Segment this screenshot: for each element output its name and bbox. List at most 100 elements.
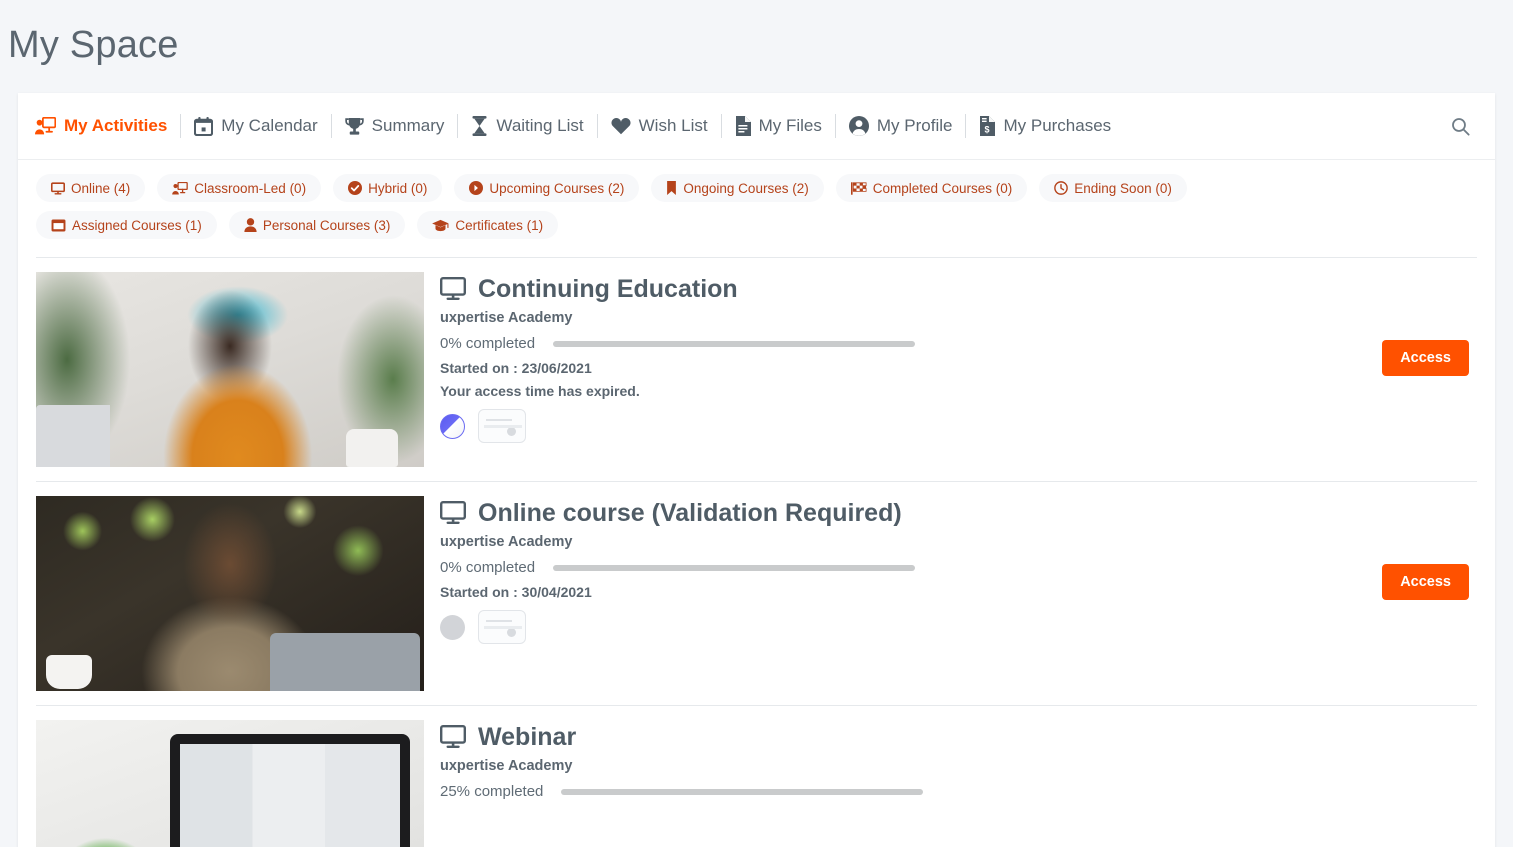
thumb-mug-shape bbox=[346, 429, 398, 467]
course-started-on: Started on : 30/04/2021 bbox=[440, 584, 1477, 600]
course-title: Webinar bbox=[440, 722, 1477, 752]
access-button[interactable]: Access bbox=[1382, 564, 1469, 600]
tab-my-activities[interactable]: My Activities bbox=[22, 106, 180, 146]
user-circle-icon bbox=[849, 116, 869, 136]
trophy-icon bbox=[345, 117, 364, 136]
course-notice: Your access time has expired. bbox=[440, 383, 1477, 399]
calendar-icon bbox=[194, 117, 213, 136]
course-thumbnail[interactable] bbox=[36, 720, 424, 847]
check-circle-icon bbox=[348, 181, 362, 195]
filter-chip-assigned-courses[interactable]: Assigned Courses (1) bbox=[36, 211, 217, 239]
arrow-circle-right-icon bbox=[469, 181, 483, 195]
filter-chip-completed-courses[interactable]: Completed Courses (0) bbox=[836, 174, 1028, 202]
filter-chip-ongoing-courses[interactable]: Ongoing Courses (2) bbox=[651, 174, 823, 202]
chip-label: Classroom-Led (0) bbox=[194, 181, 306, 196]
heart-icon bbox=[611, 117, 631, 135]
course-title-text: Webinar bbox=[478, 722, 576, 752]
user-icon bbox=[244, 218, 257, 232]
access-button[interactable]: Access bbox=[1382, 340, 1469, 376]
course-badges bbox=[440, 409, 1477, 443]
chip-label: Upcoming Courses (2) bbox=[489, 181, 624, 196]
course-row: Online course (Validation Required) uxpe… bbox=[18, 482, 1495, 691]
card-placeholder-badge-icon[interactable] bbox=[478, 409, 526, 443]
course-thumbnail[interactable] bbox=[36, 272, 424, 467]
chip-label: Assigned Courses (1) bbox=[72, 218, 202, 233]
chip-label: Online (4) bbox=[71, 181, 130, 196]
invoice-dollar-icon: $ bbox=[979, 116, 995, 136]
course-thumbnail[interactable] bbox=[36, 496, 424, 691]
window-maximize-icon bbox=[51, 219, 66, 232]
course-title-text: Continuing Education bbox=[478, 274, 738, 304]
course-row: Continuing Education uxpertise Academy 0… bbox=[18, 258, 1495, 467]
presentation-user-icon bbox=[35, 117, 56, 135]
tab-label: Summary bbox=[372, 116, 445, 136]
presentation-user-icon bbox=[172, 182, 188, 195]
checkered-flag-icon bbox=[851, 182, 867, 195]
main-tab-bar: My Activities My Calendar bbox=[18, 93, 1495, 160]
gray-circle-badge-icon[interactable] bbox=[440, 615, 465, 640]
search-icon[interactable] bbox=[1445, 111, 1475, 141]
progress-track bbox=[553, 565, 915, 571]
tab-my-calendar[interactable]: My Calendar bbox=[181, 106, 330, 146]
monitor-icon bbox=[440, 277, 466, 301]
progress-label: 0% completed bbox=[440, 335, 535, 352]
monitor-icon bbox=[440, 725, 466, 749]
chip-label: Personal Courses (3) bbox=[263, 218, 391, 233]
course-progress: 0% completed bbox=[440, 335, 1477, 352]
course-started-on: Started on : 23/06/2021 bbox=[440, 360, 1477, 376]
monitor-icon bbox=[440, 501, 466, 525]
tab-my-profile[interactable]: My Profile bbox=[836, 106, 966, 146]
course-info: Continuing Education uxpertise Academy 0… bbox=[424, 272, 1477, 443]
monitor-icon bbox=[51, 182, 65, 195]
filter-chip-list: Online (4) Classroom-Led (0) bbox=[18, 160, 1358, 239]
thumb-laptop-shape bbox=[270, 633, 420, 691]
chip-label: Certificates (1) bbox=[455, 218, 543, 233]
course-badges bbox=[440, 610, 1477, 644]
tab-my-purchases[interactable]: $ My Purchases bbox=[966, 106, 1124, 146]
tab-my-files[interactable]: My Files bbox=[722, 106, 835, 146]
progress-label: 25% completed bbox=[440, 783, 543, 800]
progress-track bbox=[553, 341, 915, 347]
badge-dot bbox=[507, 628, 516, 637]
filter-chip-certificates[interactable]: Certificates (1) bbox=[417, 211, 558, 239]
chip-label: Ending Soon (0) bbox=[1074, 181, 1172, 196]
thumb-laptop-shape bbox=[36, 405, 110, 467]
hourglass-icon bbox=[471, 116, 488, 136]
course-progress: 0% completed bbox=[440, 559, 1477, 576]
course-info: Webinar uxpertise Academy 25% completed bbox=[424, 720, 1477, 808]
content-card: My Activities My Calendar bbox=[18, 93, 1495, 847]
tab-label: My Activities bbox=[64, 116, 167, 136]
progress-label: 0% completed bbox=[440, 559, 535, 576]
filter-chip-upcoming-courses[interactable]: Upcoming Courses (2) bbox=[454, 174, 639, 202]
my-space-page: My Space My Activities bbox=[0, 0, 1513, 847]
scorm-badge-icon[interactable] bbox=[440, 414, 465, 439]
tab-label: Wish List bbox=[639, 116, 708, 136]
course-row: Webinar uxpertise Academy 25% completed bbox=[18, 706, 1495, 847]
tab-waiting-list[interactable]: Waiting List bbox=[458, 106, 596, 146]
filter-chip-online[interactable]: Online (4) bbox=[36, 174, 145, 202]
course-title: Continuing Education bbox=[440, 274, 1477, 304]
tab-label: Waiting List bbox=[496, 116, 583, 136]
progress-track bbox=[561, 789, 923, 795]
tab-wish-list[interactable]: Wish List bbox=[598, 106, 721, 146]
card-placeholder-badge-icon[interactable] bbox=[478, 610, 526, 644]
filter-chip-ending-soon[interactable]: Ending Soon (0) bbox=[1039, 174, 1187, 202]
page-title: My Space bbox=[8, 20, 179, 70]
course-progress: 25% completed bbox=[440, 783, 1477, 800]
filter-chip-personal-courses[interactable]: Personal Courses (3) bbox=[229, 211, 406, 239]
thumb-mug-shape bbox=[46, 655, 92, 689]
course-organization: uxpertise Academy bbox=[440, 310, 1477, 326]
bookmark-icon bbox=[666, 181, 677, 195]
filter-chip-classroom-led[interactable]: Classroom-Led (0) bbox=[157, 174, 321, 202]
course-title-text: Online course (Validation Required) bbox=[478, 498, 902, 528]
course-info: Online course (Validation Required) uxpe… bbox=[424, 496, 1477, 644]
thumb-video-grid bbox=[180, 744, 400, 847]
tab-summary[interactable]: Summary bbox=[332, 106, 458, 146]
tab-label: My Profile bbox=[877, 116, 953, 136]
tab-label: My Calendar bbox=[221, 116, 317, 136]
tab-label: My Purchases bbox=[1003, 116, 1111, 136]
chip-label: Hybrid (0) bbox=[368, 181, 427, 196]
filter-chip-hybrid[interactable]: Hybrid (0) bbox=[333, 174, 442, 202]
chip-label: Completed Courses (0) bbox=[873, 181, 1013, 196]
file-lines-icon bbox=[735, 116, 751, 136]
